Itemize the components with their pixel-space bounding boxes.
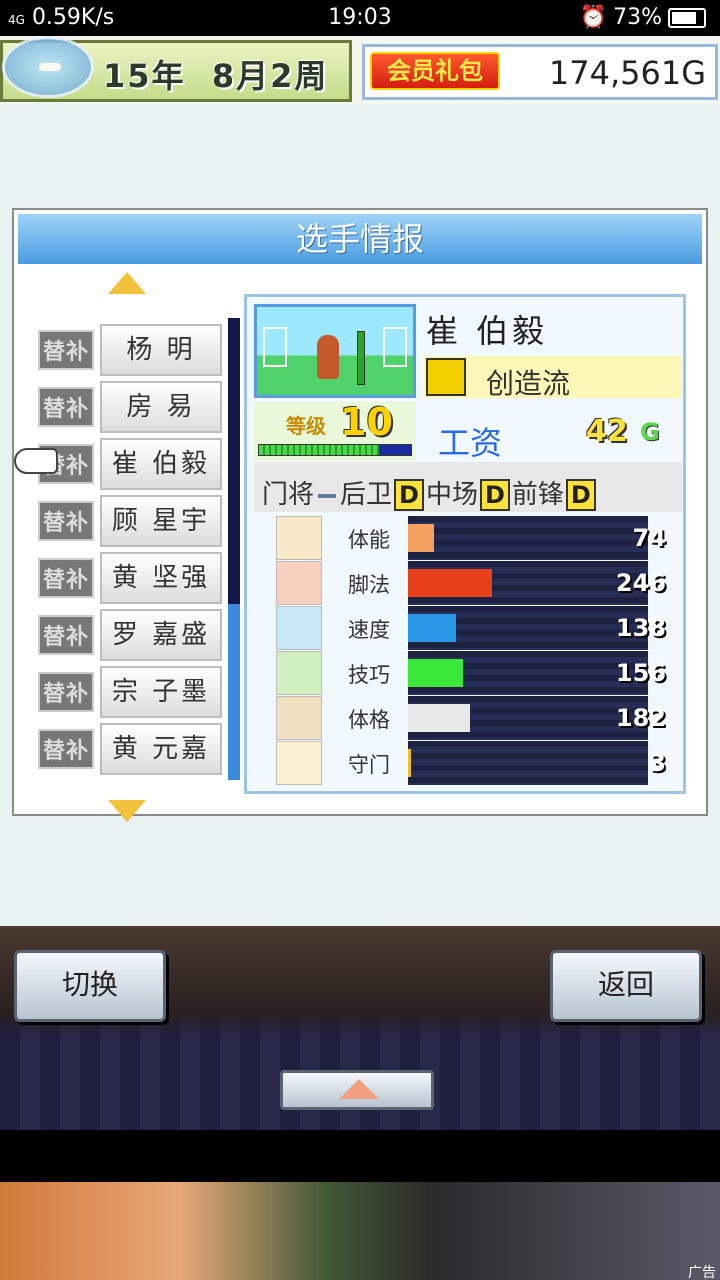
dribble-stat-icon	[276, 651, 322, 695]
player-name-title: 崔 伯毅	[426, 312, 549, 350]
player-row-selected[interactable]: 替补崔 伯毅	[34, 436, 230, 492]
player-row[interactable]: 替补宗 子墨	[34, 664, 230, 720]
status-bar: 4G 0.59K/s 19:03 ⏰ 73%	[0, 0, 720, 36]
player-row[interactable]: 替补杨 明	[34, 322, 230, 378]
player-row[interactable]: 替补房 易	[34, 379, 230, 435]
play-style-icon	[426, 358, 466, 396]
gold-amount: 174,561G	[548, 54, 706, 92]
player-row[interactable]: 替补黄 坚强	[34, 550, 230, 606]
scroll-down-arrow-icon[interactable]	[108, 800, 146, 822]
alarm-icon: ⏰	[579, 5, 608, 30]
panel-title: 选手情报	[18, 214, 702, 264]
muscle-stat-icon	[276, 696, 322, 740]
player-row[interactable]: 替补黄 元嘉	[34, 721, 230, 777]
status-badge: 替补	[37, 615, 94, 655]
week-label: 8月2周	[211, 57, 329, 95]
runner-stat-icon	[276, 606, 322, 650]
level-value: 10	[340, 400, 393, 444]
position-fw: 前锋	[511, 480, 564, 510]
stat-row-speed: 速度 138	[274, 606, 676, 650]
grade-none	[318, 493, 337, 498]
stat-bar	[408, 749, 411, 777]
play-style: 创造流	[486, 367, 571, 400]
level-label: 等级	[286, 414, 326, 438]
player-name: 黄 坚强	[100, 552, 222, 604]
position-gk: 门将	[262, 480, 315, 510]
stat-bar	[408, 659, 463, 687]
position-df: 后卫	[340, 480, 393, 510]
switch-button[interactable]: 切换	[14, 950, 166, 1022]
expand-menu-button[interactable]	[280, 1070, 434, 1110]
player-name: 顾 星宇	[100, 495, 222, 547]
glove-stat-icon	[276, 741, 322, 785]
stat-bar	[408, 614, 456, 642]
stat-bar	[408, 524, 434, 552]
player-row[interactable]: 替补顾 星宇	[34, 493, 230, 549]
stat-value: 138	[615, 614, 666, 642]
pointer-hand-icon	[14, 448, 58, 474]
status-badge: 替补	[37, 330, 94, 370]
stat-value: 3	[649, 749, 666, 777]
salary-value: 42	[586, 414, 628, 449]
player-name: 黄 元嘉	[100, 723, 222, 775]
ad-banner[interactable]	[0, 1182, 720, 1280]
boot-stat-icon	[276, 561, 322, 605]
grade-fw: D	[565, 479, 596, 511]
status-badge: 替补	[37, 729, 94, 769]
player-name: 房 易	[100, 381, 222, 433]
floating-gamepad-icon[interactable]	[2, 36, 94, 98]
stat-value: 74	[632, 524, 666, 552]
player-name: 杨 明	[100, 324, 222, 376]
stat-value: 182	[615, 704, 666, 732]
stat-bar	[408, 704, 470, 732]
stat-value: 246	[615, 569, 666, 597]
battery-stat-icon	[276, 516, 322, 560]
stat-row-physique: 体格 182	[274, 696, 676, 740]
year-label: 15年	[103, 57, 186, 95]
scroll-up-arrow-icon[interactable]	[108, 272, 146, 294]
status-badge: 替补	[37, 387, 94, 427]
stat-value: 156	[615, 659, 666, 687]
stat-row-stamina: 体能 74	[274, 516, 676, 560]
position-mf: 中场	[425, 480, 478, 510]
status-badge: 替补	[37, 501, 94, 541]
player-name: 罗 嘉盛	[100, 609, 222, 661]
battery-level: 73%	[613, 5, 662, 30]
status-badge: 替补	[37, 558, 94, 598]
stat-row-goalkeeping: 守门 3	[274, 741, 676, 785]
scrollbar-thumb[interactable]	[228, 604, 240, 780]
grade-mf: D	[479, 479, 510, 511]
up-arrow-icon	[339, 1079, 379, 1099]
player-name: 崔 伯毅	[100, 438, 222, 490]
salary-label: 工资	[438, 424, 503, 462]
back-button[interactable]: 返回	[550, 950, 702, 1022]
player-portrait	[254, 304, 416, 398]
battery-icon	[668, 7, 706, 28]
player-row[interactable]: 替补罗 嘉盛	[34, 607, 230, 663]
status-badge: 替补	[37, 672, 94, 712]
player-name: 宗 子墨	[100, 666, 222, 718]
position-grades: 门将 后卫 D 中场 D 前锋 D	[262, 474, 598, 511]
vip-gift-button[interactable]: 会员礼包	[370, 52, 500, 90]
stat-bar	[408, 569, 492, 597]
grade-df: D	[394, 479, 424, 511]
stat-row-technique: 技巧 156	[274, 651, 676, 695]
ad-label: 广告	[688, 1265, 716, 1280]
salary-unit: G	[640, 418, 660, 446]
stat-row-kick: 脚法 246	[274, 561, 676, 605]
